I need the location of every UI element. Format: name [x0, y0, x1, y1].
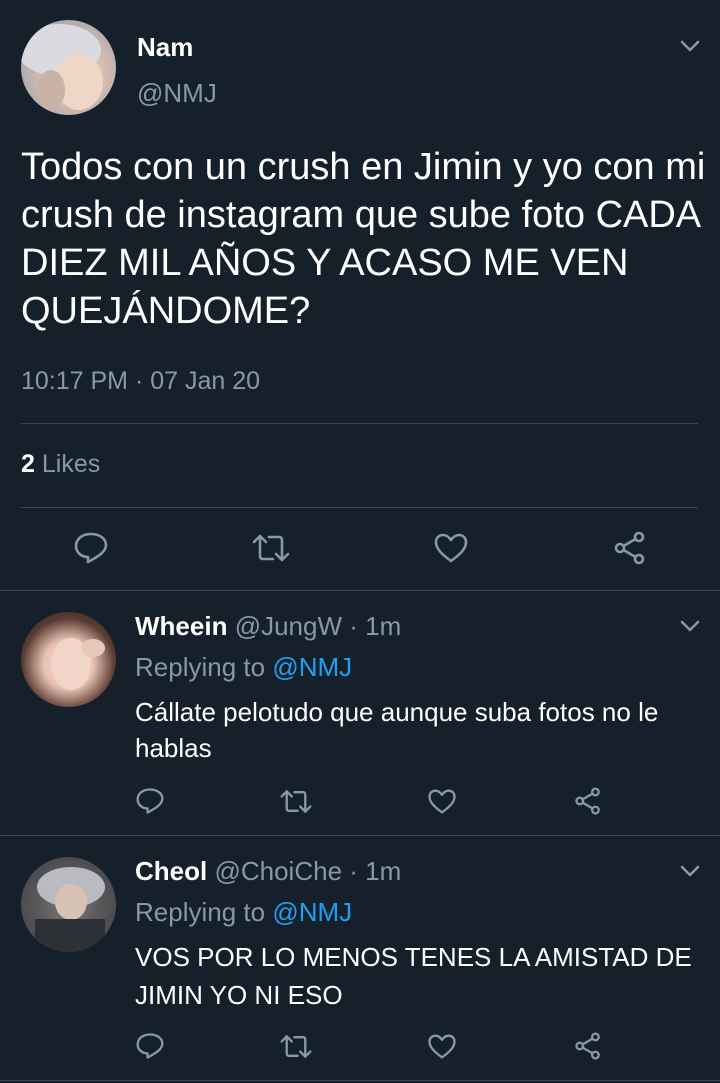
divider — [0, 1080, 720, 1081]
reply-icon — [136, 788, 164, 814]
retweet-icon — [252, 534, 290, 562]
replying-to-label: Replying to — [135, 897, 266, 927]
share-button[interactable] — [570, 785, 606, 817]
avatar-photo — [35, 867, 105, 952]
divider — [0, 835, 720, 836]
replying-to: Replying to @NMJ — [135, 652, 352, 683]
chevron-down-icon[interactable] — [679, 39, 701, 53]
reply-icon — [136, 1033, 164, 1059]
replying-to-label: Replying to — [135, 652, 266, 682]
reply-author-name[interactable]: Cheol — [135, 856, 207, 886]
reply-author-handle[interactable]: @JungW — [235, 611, 342, 641]
chevron-down-icon[interactable] — [679, 864, 701, 878]
avatar[interactable] — [21, 20, 116, 115]
likes-label: Likes — [41, 450, 101, 478]
divider — [21, 423, 698, 424]
tweet-text: Todos con un crush en Jimin y yo con mi … — [21, 146, 706, 332]
avatar-photo — [21, 24, 103, 110]
like-icon — [428, 789, 456, 813]
like-icon — [428, 1034, 456, 1059]
chevron-down-icon[interactable] — [679, 619, 701, 633]
likes-count: 2 — [21, 450, 35, 478]
reply-avatar[interactable] — [21, 857, 116, 952]
reply-button[interactable] — [132, 1030, 168, 1062]
reply-text: Cállate pelotudo que aunque suba fotos n… — [135, 697, 659, 763]
retweet-button[interactable] — [249, 528, 293, 568]
retweet-icon — [280, 789, 312, 813]
share-icon — [575, 1032, 600, 1060]
share-icon — [575, 787, 600, 815]
reply-text: VOS POR LO MENOS TENES LA AMISTAD DE JIM… — [135, 942, 692, 1010]
reply-author-handle[interactable]: @ChoiChe — [214, 856, 342, 886]
like-button[interactable] — [424, 785, 460, 817]
retweet-button[interactable] — [277, 1030, 315, 1062]
author-name[interactable]: Nam — [137, 32, 193, 63]
share-button[interactable] — [570, 1030, 606, 1062]
reply-author-name[interactable]: Wheein — [135, 611, 227, 641]
reply-button[interactable] — [132, 785, 168, 817]
likes-stat[interactable]: 2 Likes — [21, 450, 100, 479]
replying-to-handle[interactable]: @NMJ — [272, 897, 352, 927]
share-icon — [614, 531, 645, 565]
reply-header: Wheein @JungW · 1m — [135, 611, 401, 642]
reply-time: · 1m — [349, 611, 402, 641]
reply-time: · 1m — [349, 856, 402, 886]
replying-to: Replying to @NMJ — [135, 897, 352, 928]
replying-to-handle[interactable]: @NMJ — [272, 652, 352, 682]
divider — [0, 590, 720, 591]
divider — [21, 507, 698, 508]
avatar-photo — [51, 638, 105, 690]
like-button[interactable] — [430, 528, 472, 568]
like-icon — [434, 533, 468, 563]
retweet-icon — [280, 1034, 312, 1058]
reply-button[interactable] — [70, 528, 112, 568]
tweet-timestamp[interactable]: 10:17 PM · 07 Jan 20 — [21, 367, 260, 396]
author-handle[interactable]: @NMJ — [137, 78, 217, 109]
retweet-button[interactable] — [277, 785, 315, 817]
like-button[interactable] — [424, 1030, 460, 1062]
reply-avatar[interactable] — [21, 612, 116, 707]
reply-icon — [74, 532, 108, 564]
share-button[interactable] — [609, 528, 651, 568]
reply-header: Cheol @ChoiChe · 1m — [135, 856, 401, 887]
